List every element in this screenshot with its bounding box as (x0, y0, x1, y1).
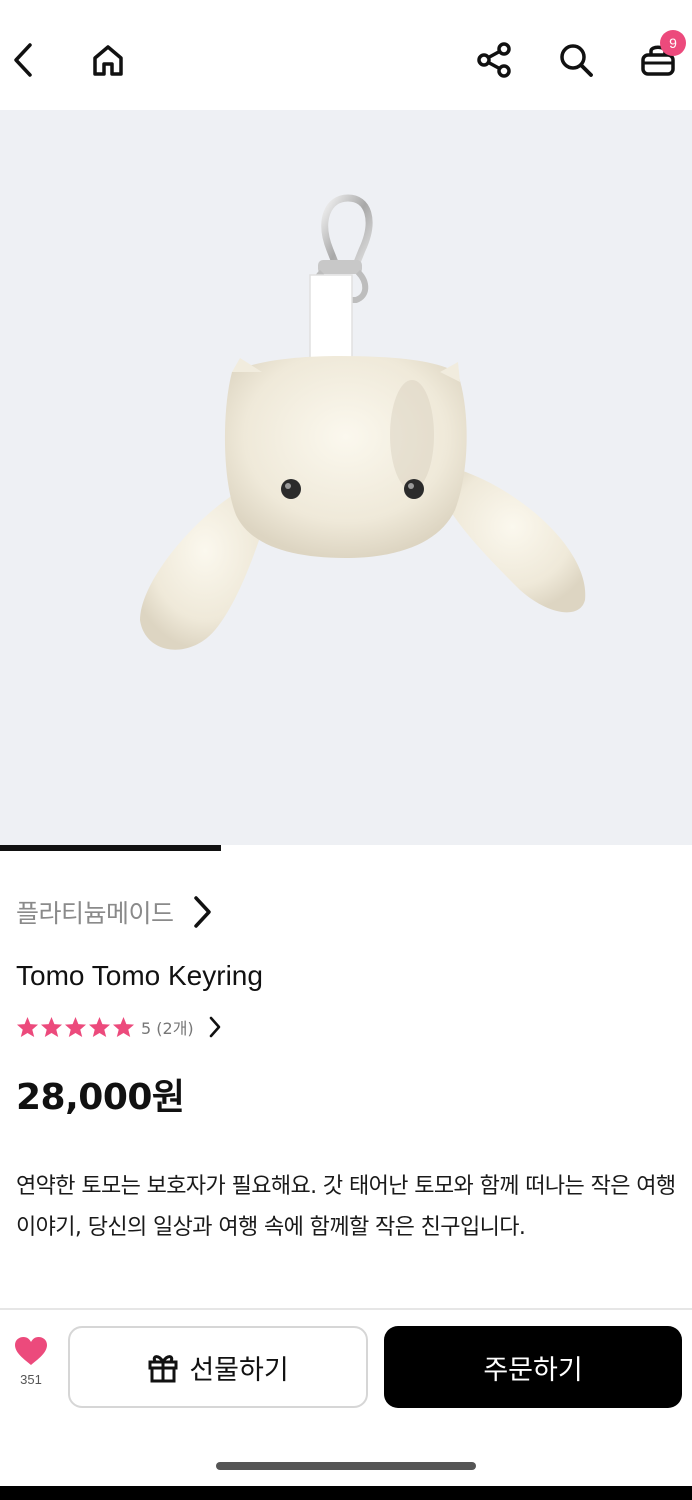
share-icon (477, 42, 511, 78)
like-button[interactable]: 351 (8, 1336, 54, 1387)
cart-count-badge: 9 (660, 30, 686, 56)
search-button[interactable] (554, 38, 598, 82)
product-image (140, 194, 586, 650)
chevron-right-icon (193, 896, 211, 928)
star-icon (40, 1016, 63, 1038)
star-icon (16, 1016, 39, 1038)
home-indicator[interactable] (216, 1462, 476, 1470)
gallery-progress-fill (0, 845, 222, 851)
star-icon (88, 1016, 111, 1038)
gift-button-label: 선물하기 (189, 1354, 289, 1386)
share-button[interactable] (472, 38, 516, 82)
product-price: 28,000원 (16, 1077, 185, 1118)
home-icon (93, 45, 123, 76)
like-count: 351 (20, 1372, 42, 1387)
screen-bottom-edge (0, 1486, 692, 1500)
product-description: 연약한 토모는 보호자가 필요해요. 갓 태어난 토모와 함께 떠나는 작은 여… (16, 1174, 676, 1240)
gift-button[interactable]: 선물하기 (68, 1326, 368, 1408)
gift-icon (148, 1355, 178, 1383)
cart-button[interactable]: 9 (636, 30, 686, 82)
order-button-label: 주문하기 (483, 1354, 583, 1386)
chevron-right-icon (208, 1016, 222, 1038)
back-button[interactable] (2, 38, 46, 82)
brand-name: 플라티늄메이드 (16, 899, 174, 928)
search-icon (560, 44, 593, 77)
top-navigation-bar: 9 (0, 0, 692, 110)
star-icon (112, 1016, 135, 1038)
star-icon (64, 1016, 87, 1038)
order-button[interactable]: 주문하기 (384, 1326, 682, 1408)
brand-link[interactable]: 플라티늄메이드 (16, 892, 212, 932)
product-image-gallery[interactable] (0, 110, 692, 845)
rating-stars (16, 1016, 135, 1038)
rating-row[interactable]: 5 (2개) (16, 1012, 222, 1042)
rating-text: 5 (2개) (141, 1019, 194, 1038)
home-button[interactable] (86, 38, 130, 82)
bottom-bar-divider (0, 1308, 692, 1310)
product-title: Tomo Tomo Keyring (16, 960, 263, 991)
chevron-left-icon (14, 43, 32, 77)
gallery-progress-bar (0, 845, 692, 851)
heart-icon (15, 1337, 47, 1365)
